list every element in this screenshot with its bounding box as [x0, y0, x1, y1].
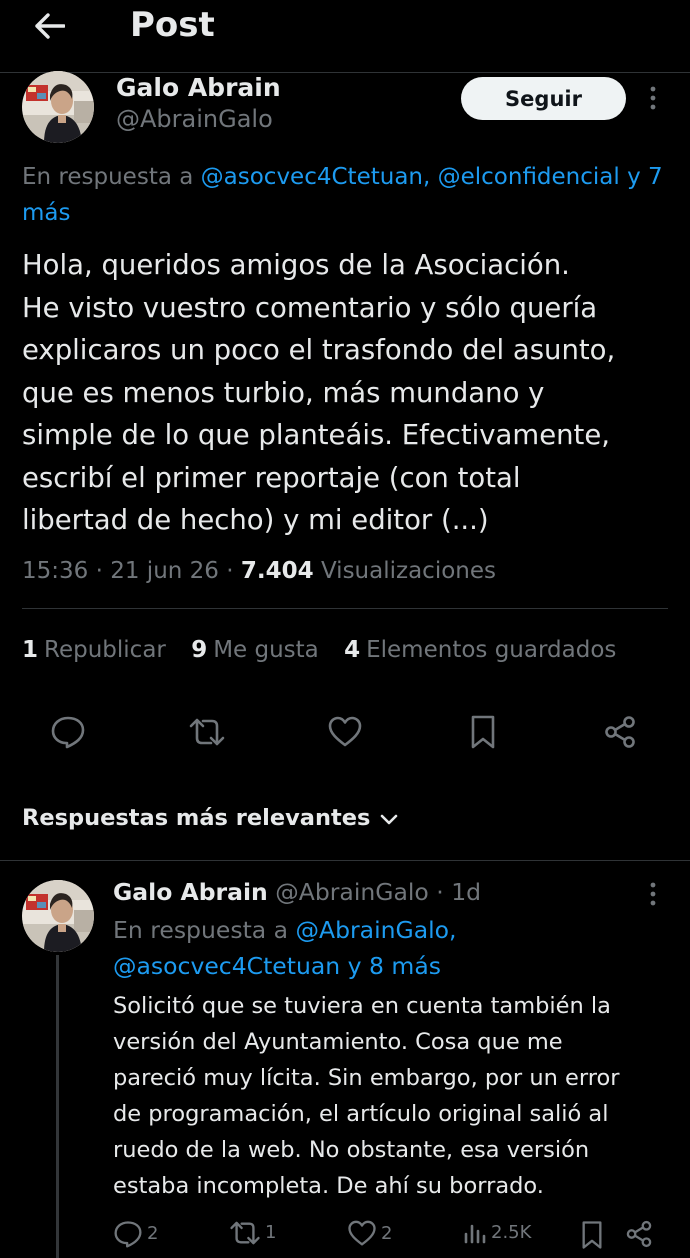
reply-more-button[interactable] — [641, 876, 665, 912]
post-text-line: libertad de hecho) y mi editor (...) — [22, 504, 489, 536]
chevron-down-icon — [381, 814, 398, 824]
likes-count: 9 — [191, 637, 208, 663]
post-meta: 15:36 · 21 jun 26 · 7.404 Visualizacione… — [22, 558, 496, 584]
reply-reply-prefix: En respuesta a — [113, 916, 296, 944]
post-text-line: Hola, queridos amigos de la Asociación. — [22, 249, 570, 281]
views-count: 7.404 — [240, 558, 314, 584]
repost-arrows-icon — [189, 718, 225, 746]
reply-more-link[interactable]: más — [22, 200, 70, 226]
share-icon — [626, 1220, 652, 1248]
thread-line — [56, 955, 59, 1258]
views-label: Visualizaciones — [320, 558, 496, 584]
follow-button[interactable]: Seguir — [461, 77, 626, 120]
reply-likes-count: 2 — [381, 1222, 393, 1244]
bar-chart-icon — [464, 1224, 486, 1244]
bookmarks-stat[interactable]: 4 Elementos guardados — [344, 632, 616, 668]
post-text: Hola, queridos amigos de la Asociación. … — [22, 244, 682, 542]
reply-like-button[interactable]: 2 — [347, 1220, 392, 1247]
reply-text: Solicitó que se tuviera en cuenta tambié… — [113, 988, 683, 1204]
post-date[interactable]: 21 jun 26 — [110, 558, 219, 584]
reply-text-line: versión del Ayuntamiento. Cosa que me — [113, 1029, 563, 1055]
reply-replies-count: 2 — [147, 1223, 159, 1244]
reply-bookmark-button[interactable] — [580, 1220, 608, 1250]
likes-stat[interactable]: 9 Me gusta — [191, 632, 319, 668]
reply-mention-link[interactable]: @asocvec4Ctetuan y 8 más — [113, 952, 441, 980]
reply-text-line: pareció muy lícita. Sin embargo, por un … — [113, 1065, 620, 1091]
arrow-left-icon — [35, 13, 65, 39]
post-text-line: explicaros un poco el trasfondo del asun… — [22, 334, 616, 366]
reply-header: Galo Abrain @AbrainGalo · 1d — [113, 878, 482, 906]
reply-text-line: estaba incompleta. De ahí su borrado. — [113, 1173, 544, 1199]
reply-text-line: Solicitó que se tuviera en cuenta tambié… — [113, 993, 611, 1019]
repost-arrows-icon — [230, 1221, 260, 1245]
repost-button[interactable] — [185, 710, 229, 754]
speech-bubble-icon — [114, 1221, 142, 1248]
post-time[interactable]: 15:36 — [22, 558, 88, 584]
author-name[interactable]: Galo Abrain — [116, 72, 281, 104]
more-vertical-icon — [650, 86, 656, 110]
reply-author-handle[interactable]: @AbrainGalo — [275, 878, 429, 906]
reply-reposts-count: 1 — [265, 1222, 277, 1243]
bookmark-button[interactable] — [461, 710, 505, 754]
reply-mention-link[interactable]: @AbrainGalo, — [296, 916, 457, 944]
author-handle[interactable]: @AbrainGalo — [116, 103, 273, 135]
top-bar: Post — [0, 0, 690, 73]
reply-text-line: de programación, el artículo original sa… — [113, 1101, 609, 1127]
post-text-line: que es menos turbio, más mundano y — [22, 376, 545, 409]
bookmark-icon — [471, 715, 495, 749]
share-icon — [605, 716, 635, 748]
reply-text-line: ruedo de la web. No obstante, esa versió… — [113, 1137, 590, 1163]
reply-context: En respuesta a @asocvec4Ctetuan, @elconf… — [22, 159, 690, 231]
bookmark-icon — [582, 1221, 602, 1249]
reposts-stat[interactable]: 1 Republicar — [22, 632, 166, 668]
reply-author-name[interactable]: Galo Abrain — [113, 878, 268, 906]
post-text-line: escribí el primer reportaje (con total — [22, 461, 521, 494]
post-stats: 1 Republicar 9 Me gusta 4 Elementos guardad… — [22, 632, 634, 668]
reposts-label: Republicar — [44, 637, 166, 663]
reply-share-button[interactable] — [625, 1220, 657, 1248]
reposts-count: 1 — [22, 637, 39, 663]
replies-sort-selector[interactable]: Respuestas más relevantes — [22, 800, 398, 836]
reply-author-avatar[interactable] — [22, 880, 94, 952]
reply-time[interactable]: 1d — [451, 878, 481, 906]
reply-views-count: 2.5K — [491, 1222, 532, 1243]
page-title: Post — [130, 5, 215, 45]
share-button[interactable] — [598, 710, 642, 754]
divider — [22, 608, 668, 609]
more-vertical-icon — [650, 882, 656, 906]
post-more-button[interactable] — [641, 80, 665, 116]
like-button[interactable] — [323, 710, 367, 754]
post-text-line: simple de lo que planteáis. Efectivament… — [22, 419, 610, 451]
post-text-line: He visto vuestro comentario y sólo querí… — [22, 291, 598, 324]
reply-repost-button[interactable]: 1 — [229, 1220, 276, 1246]
likes-label: Me gusta — [213, 637, 319, 663]
reply-reply-button[interactable]: 2 — [113, 1220, 158, 1248]
bookmarks-label: Elementos guardados — [366, 637, 617, 663]
heart-icon — [328, 716, 362, 747]
author-avatar[interactable] — [22, 71, 94, 143]
back-button[interactable] — [24, 4, 76, 48]
reply-reply-context: En respuesta a @AbrainGalo, @asocvec4Cte… — [113, 912, 457, 984]
speech-bubble-icon — [51, 716, 85, 749]
reply-prefix: En respuesta a — [22, 164, 201, 190]
bookmarks-count: 4 — [344, 637, 361, 663]
reply-button[interactable] — [46, 710, 90, 754]
reply-action-bar: 2 1 2 2.5K — [113, 1214, 690, 1258]
heart-icon — [348, 1220, 376, 1246]
reply-mentions-link[interactable]: @asocvec4Ctetuan, @elconfidencial y 7 — [201, 164, 663, 190]
reply-views-button[interactable]: 2.5K — [463, 1220, 531, 1246]
divider — [0, 860, 690, 861]
sort-label: Respuestas más relevantes — [22, 805, 371, 831]
